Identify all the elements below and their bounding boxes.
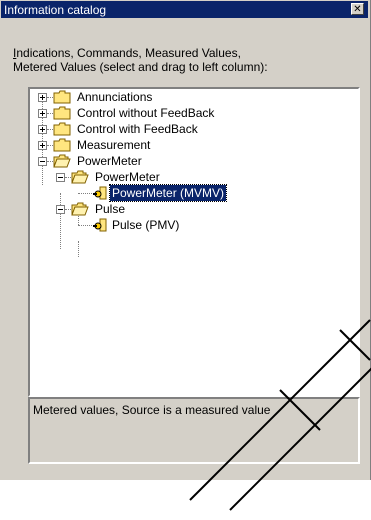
tree-item-label: Pulse	[95, 202, 126, 216]
open-folder-icon	[71, 170, 89, 184]
tree-item-label: PowerMeter	[77, 154, 142, 168]
tree-item-annunciations[interactable]: Annunciations	[30, 89, 330, 105]
tree-item-label: Measurement	[77, 138, 151, 152]
tree-item-powermeter-mvmv[interactable]: PowerMeter (MVMV)	[30, 184, 330, 202]
folder-icon	[53, 138, 71, 152]
meter-item-icon	[93, 218, 107, 232]
expand-plus-icon[interactable]	[38, 109, 47, 118]
information-tree[interactable]: Annunciations Control without FeedBack C…	[28, 87, 360, 397]
window-title: Information catalog	[4, 3, 107, 17]
tree-connector	[78, 241, 80, 257]
open-folder-icon	[71, 202, 89, 216]
meter-item-icon	[93, 186, 107, 200]
description-text: Metered values, Source is a measured val…	[33, 403, 271, 417]
tree-item-label-selected: PowerMeter (MVMV)	[108, 184, 228, 202]
instructions-line1: ndications, Commands, Measured Values,	[16, 46, 241, 60]
collapse-minus-icon[interactable]	[38, 157, 47, 166]
instructions-line2: Metered Values (select and drag to left …	[13, 60, 268, 74]
tree-item-control-without-feedback[interactable]: Control without FeedBack	[30, 105, 330, 121]
instructions-text: Indications, Commands, Measured Values, …	[13, 46, 358, 74]
collapse-minus-icon[interactable]	[56, 173, 65, 182]
folder-icon	[53, 122, 71, 136]
tree-item-pulse-pmv[interactable]: Pulse (PMV)	[30, 217, 330, 233]
expand-plus-icon[interactable]	[38, 93, 47, 102]
tree-item-powermeter[interactable]: PowerMeter	[30, 153, 330, 169]
open-folder-icon	[53, 154, 71, 168]
tree-item-label: PowerMeter	[95, 170, 160, 184]
title-bar[interactable]: Information catalog ✕	[1, 1, 368, 18]
tree-item-pulse[interactable]: Pulse	[30, 201, 330, 217]
collapse-minus-icon[interactable]	[56, 205, 65, 214]
tree-item-control-with-feedback[interactable]: Control with FeedBack	[30, 121, 330, 137]
folder-icon	[53, 90, 71, 104]
folder-icon	[53, 106, 71, 120]
tree-item-powermeter-sub[interactable]: PowerMeter	[30, 169, 330, 185]
expand-plus-icon[interactable]	[38, 141, 47, 150]
tree-item-label: Annunciations	[77, 90, 153, 104]
tree-item-label: Control without FeedBack	[77, 106, 215, 120]
close-icon[interactable]: ✕	[351, 3, 364, 15]
expand-plus-icon[interactable]	[38, 125, 47, 134]
description-box: Metered values, Source is a measured val…	[28, 397, 360, 464]
tree-item-label: Control with FeedBack	[77, 122, 198, 136]
tree-item-label: Pulse (PMV)	[112, 218, 180, 232]
tree-item-measurement[interactable]: Measurement	[30, 137, 330, 153]
information-catalog-panel: Information catalog ✕ Indications, Comma…	[0, 0, 371, 511]
